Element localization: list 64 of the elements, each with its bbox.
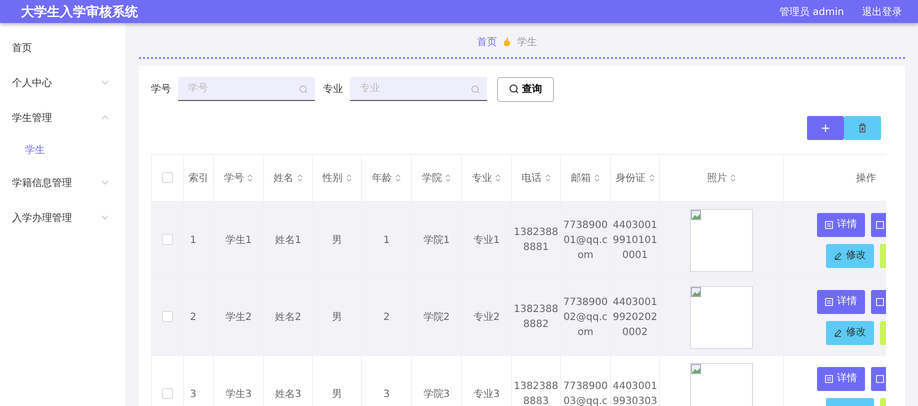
column-header: 索引 [188, 172, 208, 184]
table-cell: 姓名2 [274, 312, 302, 322]
table-cell: 学生3 [225, 388, 252, 400]
field-label: 学号 [151, 83, 171, 96]
column-header[interactable]: 邮箱 [571, 172, 600, 184]
table-cell: 学院1 [423, 234, 450, 246]
edit-button[interactable]: 修改 [826, 320, 874, 344]
add-button[interactable]: + [807, 116, 844, 140]
sidebar-item[interactable]: 学生管理 [0, 100, 125, 135]
table-cell: 13823888882 [514, 304, 558, 330]
table-cell: 姓名3 [274, 388, 302, 400]
sidebar-item[interactable]: 首页 [0, 30, 125, 65]
column-header[interactable]: 年龄 [372, 172, 401, 184]
logout-link[interactable]: 退出登录 [862, 4, 902, 18]
column-header[interactable]: 学院 [422, 172, 451, 184]
edit-button[interactable]: 修改 [826, 244, 874, 268]
table-cell: 440300199202020002 [612, 296, 658, 338]
table-cell: 773890002@qq.com [563, 296, 608, 338]
table-cell: 专业2 [473, 312, 500, 322]
table-cell: 专业1 [473, 234, 500, 246]
table-cell: 440300199101010001 [612, 220, 658, 260]
table-cell: 2 [190, 312, 196, 322]
column-header[interactable]: 学号 [224, 172, 253, 184]
table-cell: 男 [332, 312, 342, 322]
search-field[interactable]: 专业 [350, 77, 487, 101]
column-header[interactable]: 姓名 [274, 172, 302, 184]
breadcrumb-item: 学生 [517, 36, 537, 49]
sidebar-subitem[interactable]: 学生 [0, 135, 125, 165]
user-name: 管理员 admin [779, 6, 844, 18]
detail-button[interactable]: 详情 [817, 290, 865, 314]
table-cell: 1 [190, 234, 196, 246]
detail-button[interactable]: 详情 [817, 366, 865, 390]
table-cell: 学生1 [225, 234, 252, 246]
table-cell: 13823888883 [514, 381, 558, 406]
table-cell: 3 [190, 388, 196, 400]
column-header[interactable]: 性别 [322, 172, 352, 184]
table-cell: 学生2 [225, 312, 252, 322]
table-cell: 3 [383, 388, 390, 400]
search-button[interactable]: 查询 [497, 76, 554, 102]
table-cell: 44030019930303 [612, 381, 658, 406]
column-header: 操作 [856, 172, 876, 184]
sidebar-item[interactable]: 学籍信息管理 [0, 165, 125, 200]
table-cell: 2 [383, 312, 390, 322]
column-header[interactable]: 照片 [707, 172, 736, 184]
table-cell: 专业3 [473, 388, 500, 400]
table-cell: 男 [332, 234, 342, 246]
breadcrumb-item[interactable]: 首页 [477, 35, 497, 49]
detail-button[interactable]: 详情 [817, 212, 865, 236]
column-header[interactable]: 身份证 [616, 172, 654, 184]
table-cell: 13823888881 [514, 227, 558, 253]
table-cell: 男 [332, 388, 342, 400]
table-cell: 1 [383, 234, 390, 246]
table-cell: 学院2 [423, 312, 450, 322]
sidebar-item[interactable]: 入学办理管理 [0, 200, 125, 235]
search-field[interactable]: 学号 [178, 77, 315, 101]
app-title: 大学生入学审核系统 [21, 4, 139, 20]
table-cell: 姓名1 [274, 234, 302, 246]
column-header[interactable]: 专业 [472, 172, 501, 184]
column-header[interactable]: 电话 [522, 172, 550, 184]
field-label: 专业 [323, 82, 343, 96]
sidebar-item[interactable]: 个人中心 [0, 65, 125, 100]
table-cell: 773890001@qq.com [563, 220, 608, 260]
table-cell: 773890003@qq.c [563, 381, 608, 406]
table-cell: 学院3 [423, 388, 450, 400]
